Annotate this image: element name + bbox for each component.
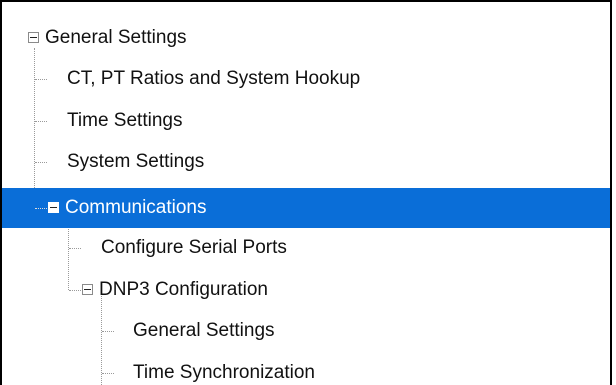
tree-item-label: General Settings [45,27,187,48]
tree-connector [35,121,47,122]
tree-item-label: CT, PT Ratios and System Hookup [67,68,361,89]
tree-connector [102,373,114,374]
tree-connector [35,162,47,163]
tree-connector [35,79,47,80]
tree-item-communications[interactable]: Communications [2,188,610,228]
tree-connector [35,208,47,209]
tree-item-label: DNP3 Configuration [99,279,268,300]
tree-connector [102,331,114,332]
tree-item-label: System Settings [67,151,205,172]
tree-item-system-settings[interactable]: System Settings [2,142,610,182]
tree-item-label: Configure Serial Ports [101,237,287,258]
tree-item-label: General Settings [133,320,275,341]
minus-box-icon[interactable] [82,284,93,295]
tree-item-label: Time Settings [67,110,183,131]
tree-item-dnp3-general-settings[interactable]: General Settings [2,311,610,351]
tree-connector [69,248,81,249]
settings-tree-panel: General Settings CT, PT Ratios and Syste… [0,0,612,385]
minus-box-icon[interactable] [28,32,39,43]
tree-item-general-settings[interactable]: General Settings [2,18,610,58]
tree-item-label: Communications [65,197,207,218]
tree-item-ct-pt-ratios[interactable]: CT, PT Ratios and System Hookup [2,59,610,99]
tree-item-label: Time Synchronization [133,362,315,383]
tree-connector [69,290,81,291]
tree-item-configure-serial-ports[interactable]: Configure Serial Ports [2,228,610,268]
tree-item-time-synchronization[interactable]: Time Synchronization [2,353,610,385]
settings-tree: General Settings CT, PT Ratios and Syste… [2,2,610,385]
minus-box-icon[interactable] [48,202,59,213]
tree-item-dnp3-configuration[interactable]: DNP3 Configuration [2,270,610,310]
tree-item-time-settings[interactable]: Time Settings [2,101,610,141]
